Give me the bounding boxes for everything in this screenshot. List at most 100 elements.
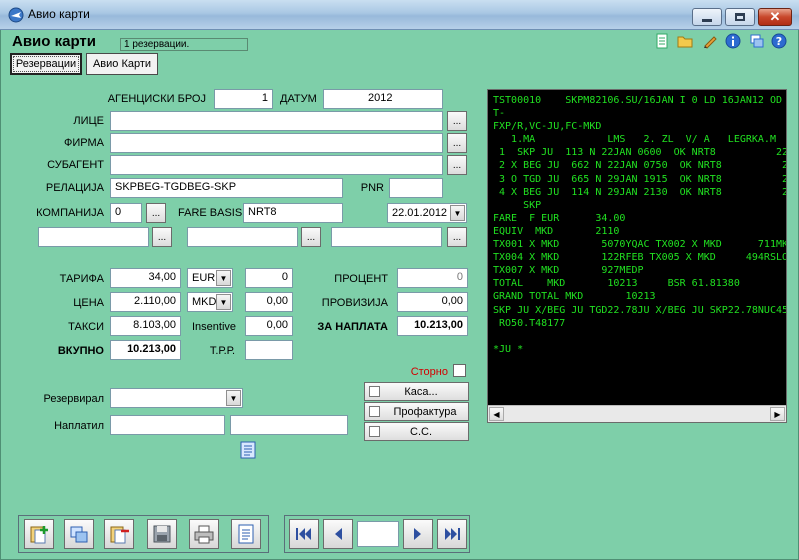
scroll-left-icon[interactable]: ◀ bbox=[489, 407, 504, 421]
price-extra-field[interactable]: 0,00 bbox=[245, 292, 293, 312]
date-field[interactable]: 2012 bbox=[323, 89, 443, 109]
notes-icon[interactable] bbox=[240, 441, 256, 459]
chevron-down-icon[interactable]: ▼ bbox=[216, 270, 231, 286]
terminal-line: 1 SKP JU 113 N 22JAN 0600 OK NRT8 22JAN2… bbox=[493, 147, 787, 159]
tariff-extra-field[interactable]: 0 bbox=[245, 268, 293, 288]
person-lookup-button[interactable]: ... bbox=[447, 111, 467, 131]
commission-field[interactable]: 0,00 bbox=[397, 292, 468, 312]
fare-basis-field[interactable]: NRT8 bbox=[243, 203, 343, 223]
route-field[interactable]: SKPBEG-TGDBEG-SKP bbox=[110, 178, 343, 198]
maximize-icon bbox=[735, 13, 745, 21]
tariff-currency-select[interactable]: EUR ▼ bbox=[187, 268, 233, 288]
cash-button-label: Каса... bbox=[404, 385, 438, 398]
extra-field-3[interactable] bbox=[331, 227, 442, 247]
payable-field[interactable]: 10.213,00 bbox=[397, 316, 468, 336]
pnr-label: PNR bbox=[360, 182, 384, 194]
print-button[interactable] bbox=[189, 519, 219, 549]
gds-terminal-panel[interactable]: TST00010 SKPM82106.SU/16JAN I 0 LD 16JAN… bbox=[487, 89, 787, 423]
cc-button[interactable]: С.С. bbox=[364, 422, 469, 441]
airline-field[interactable]: 0 bbox=[110, 203, 142, 223]
agency-no-label: АГЕНЦИСКИ БРОЈ bbox=[107, 93, 206, 105]
chevron-down-icon[interactable]: ▼ bbox=[226, 390, 241, 406]
tpp-field[interactable] bbox=[245, 340, 293, 360]
windows-icon[interactable] bbox=[749, 33, 765, 49]
record-number-field[interactable] bbox=[357, 521, 399, 547]
insentive-field[interactable]: 0,00 bbox=[245, 316, 293, 336]
next-record-button[interactable] bbox=[403, 519, 433, 549]
total-field[interactable]: 10.213,00 bbox=[110, 340, 181, 360]
person-field[interactable] bbox=[110, 111, 443, 131]
price-field[interactable]: 2.110,00 bbox=[110, 292, 181, 312]
price-currency-select[interactable]: MKD ▼ bbox=[187, 292, 233, 312]
taxes-field[interactable]: 8.103,00 bbox=[110, 316, 181, 336]
proforma-button-label: Профактура bbox=[393, 405, 457, 418]
company-field[interactable] bbox=[110, 133, 443, 153]
cc-checkbox[interactable] bbox=[369, 426, 380, 437]
cash-button[interactable]: Каса... bbox=[364, 382, 469, 401]
chevron-down-icon[interactable]: ▼ bbox=[450, 205, 465, 221]
paste-add-icon bbox=[30, 526, 48, 544]
extra-field-1[interactable] bbox=[38, 227, 149, 247]
fare-date-select[interactable]: 22.01.2012 ▼ bbox=[387, 203, 467, 223]
airline-label: КОМПАНИЈА bbox=[36, 207, 104, 219]
minimize-button[interactable] bbox=[692, 8, 722, 26]
storno-checkbox[interactable] bbox=[453, 364, 466, 377]
tab-reservations[interactable]: Резервации bbox=[10, 53, 82, 75]
last-record-button[interactable] bbox=[437, 519, 467, 549]
terminal-line: TX007 X MKD 927MEDP bbox=[493, 265, 644, 277]
airplane-app-icon bbox=[8, 7, 24, 23]
window-titlebar: Авио карти ✕ bbox=[0, 0, 799, 30]
info-icon[interactable] bbox=[725, 33, 741, 49]
subagent-field[interactable] bbox=[110, 155, 443, 175]
percent-field[interactable]: 0 bbox=[397, 268, 468, 288]
company-lookup-button[interactable]: ... bbox=[447, 133, 467, 153]
terminal-line: FXP/R,VC-JU,FC-MKD bbox=[493, 121, 602, 133]
date-label: ДАТУМ bbox=[280, 93, 317, 105]
first-record-button[interactable] bbox=[289, 519, 319, 549]
fare-basis-label: FARE BASIS bbox=[178, 207, 243, 219]
next-record-icon bbox=[414, 528, 421, 540]
document-button[interactable] bbox=[231, 519, 261, 549]
extra-lookup-button-3[interactable]: ... bbox=[447, 227, 467, 247]
help-icon[interactable]: ? bbox=[771, 33, 787, 49]
tab-air-tickets[interactable]: Авио Карти bbox=[86, 53, 158, 75]
maximize-button[interactable] bbox=[725, 8, 755, 26]
extra-field-2[interactable] bbox=[187, 227, 298, 247]
printer-icon bbox=[194, 525, 214, 544]
pnr-field[interactable] bbox=[389, 178, 443, 198]
terminal-line: SKP JU X/BEG JU TGD22.78JU X/BEG JU SKP2… bbox=[493, 304, 787, 316]
proforma-checkbox[interactable] bbox=[369, 406, 380, 417]
terminal-horizontal-scrollbar[interactable]: ◀ ▶ bbox=[488, 405, 786, 422]
reserved-by-label: Резервирал bbox=[43, 393, 104, 405]
folder-icon[interactable] bbox=[677, 33, 693, 49]
extra-lookup-button-1[interactable]: ... bbox=[152, 227, 172, 247]
previous-record-button[interactable] bbox=[323, 519, 353, 549]
reserved-by-select[interactable]: ▼ bbox=[110, 388, 243, 408]
commission-label: ПРОВИЗИЈА bbox=[321, 297, 388, 309]
pencil-icon[interactable] bbox=[702, 33, 718, 49]
chevron-down-icon[interactable]: ▼ bbox=[216, 294, 231, 310]
price-label: ЦЕНА bbox=[73, 297, 104, 309]
save-button[interactable] bbox=[147, 519, 177, 549]
scroll-right-icon[interactable]: ▶ bbox=[770, 407, 785, 421]
tariff-field[interactable]: 34,00 bbox=[110, 268, 181, 288]
airline-lookup-button[interactable]: ... bbox=[146, 203, 166, 223]
company-label: ФИРМА bbox=[64, 137, 104, 149]
paid-by-field[interactable] bbox=[110, 415, 225, 435]
close-button[interactable]: ✕ bbox=[758, 8, 792, 26]
subagent-lookup-button[interactable]: ... bbox=[447, 155, 467, 175]
extra-lookup-button-2[interactable]: ... bbox=[301, 227, 321, 247]
document-icon[interactable] bbox=[654, 33, 670, 49]
terminal-line: TX004 X MKD 122RFEB TX005 X MKD 494RSLO … bbox=[493, 252, 787, 264]
copy-button[interactable] bbox=[64, 519, 94, 549]
proforma-button[interactable]: Профактура bbox=[364, 402, 469, 421]
total-label: ВКУПНО bbox=[57, 345, 104, 357]
cash-checkbox[interactable] bbox=[369, 386, 380, 397]
tariff-label: ТАРИФА bbox=[59, 273, 104, 285]
add-button[interactable] bbox=[24, 519, 54, 549]
agency-no-field[interactable]: 1 bbox=[214, 89, 273, 109]
paid-by-extra-field[interactable] bbox=[230, 415, 348, 435]
terminal-line: 1.MA LMS 2. ZL V/ A LEGRKA.M bbox=[493, 134, 776, 146]
paste-remove-icon bbox=[110, 526, 129, 544]
delete-button[interactable] bbox=[104, 519, 134, 549]
